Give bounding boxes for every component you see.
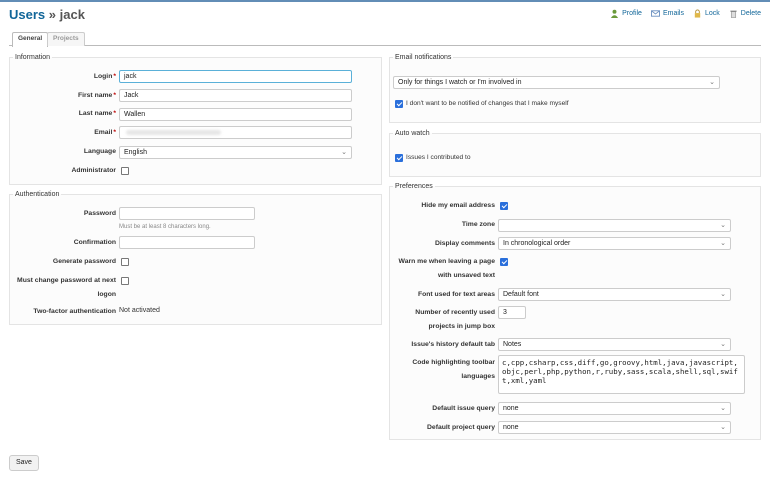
lock-label: Lock [704,10,720,17]
top-accent-line [0,0,770,2]
chevron-down-icon: ⌄ [720,424,726,431]
firstname-label: First name* [77,92,116,99]
administrator-label: Administrator [71,167,116,174]
tab-projects[interactable]: Projects [47,32,85,46]
administrator-checkbox[interactable] [121,167,129,175]
default-project-query-select[interactable]: none ⌄ [498,421,731,434]
contextual-actions: Profile Emails Lock Delete [610,9,761,18]
default-project-query-label: Default project query [427,424,495,431]
save-button[interactable]: Save [9,455,39,471]
recent-projects-label-line2: projects in jump box [428,323,495,330]
default-issue-query-label: Default issue query [432,405,495,412]
user-name: jack [59,7,85,22]
auto-watch-legend: Auto watch [395,130,430,137]
must-change-checkbox[interactable] [121,277,129,285]
tab-bar: General Projects [9,32,761,47]
email-label: Email* [94,129,116,136]
emails-label: Emails [662,10,684,17]
warn-leaving-checkbox[interactable] [500,258,508,266]
email-redacted [126,130,221,135]
firstname-input[interactable]: Jack [119,89,352,102]
confirmation-input[interactable] [119,236,255,249]
generate-password-checkbox[interactable] [121,258,129,266]
language-label: Language [83,148,116,155]
time-zone-select[interactable]: ⌄ [498,219,731,232]
password-hint: Must be at least 8 characters long. [119,224,211,230]
mail-notification-select[interactable]: Only for things I watch or I'm involved … [393,76,720,89]
display-comments-select[interactable]: In chronological order ⌄ [498,237,731,250]
login-label: Login* [93,73,116,80]
generate-password-label: Generate password [52,258,116,265]
lock-link[interactable]: Lock [693,9,720,18]
lastname-label: Last name* [78,110,116,117]
chevron-down-icon: ⌄ [720,405,726,412]
must-change-label-line2: logon [97,291,117,298]
history-tab-label: Issue's history default tab [411,341,495,348]
profile-label: Profile [622,10,642,17]
time-zone-label: Time zone [461,221,495,228]
chevron-down-icon: ⌄ [709,79,715,86]
email-notifications-legend: Email notifications [395,54,452,61]
chevron-down-icon: ⌄ [720,341,726,348]
language-select[interactable]: English ⌄ [119,146,352,159]
auto-watch-issues-label: Issues I contributed to [406,154,471,161]
must-change-label-line1: Must change password at next [17,277,116,284]
lastname-input[interactable]: Wallen [119,108,352,121]
font-select[interactable]: Default font ⌄ [498,288,731,301]
history-tab-select[interactable]: Notes ⌄ [498,338,731,351]
code-toolbar-label-line2: languages [461,373,495,380]
profile-link[interactable]: Profile [610,9,642,18]
twofa-label: Two-factor authentication [33,308,116,315]
font-label: Font used for text areas [417,291,495,298]
password-label: Password [83,210,116,217]
information-legend: Information [15,54,51,61]
warn-leaving-label-line2: with unsaved text [437,272,495,279]
breadcrumb-separator: » [48,7,56,22]
twofa-status: Not activated [119,307,160,314]
emails-link[interactable]: Emails [650,9,684,18]
recent-projects-input[interactable]: 3 [498,306,526,319]
auto-watch-issues-checkbox[interactable] [395,154,403,162]
breadcrumb-users[interactable]: Users [9,7,45,22]
password-input[interactable] [119,207,255,220]
lock-icon [694,9,701,18]
hide-email-label: Hide my email address [421,202,495,209]
warn-leaving-label-line1: Warn me when leaving a page [398,258,495,265]
chevron-down-icon: ⌄ [720,291,726,298]
display-comments-label: Display comments [434,240,495,247]
recent-projects-label-line1: Number of recently used [415,309,495,316]
no-self-notified-checkbox[interactable] [395,100,403,108]
chevron-down-icon: ⌄ [341,149,347,156]
delete-link[interactable]: Delete [729,9,761,18]
chevron-down-icon: ⌄ [720,222,726,229]
tab-general[interactable]: General [12,32,49,47]
no-self-notified-label: I don't want to be notified of changes t… [406,100,569,107]
preferences-legend: Preferences [395,183,433,190]
page-title: Users » jack [9,7,85,22]
default-issue-query-select[interactable]: none ⌄ [498,402,731,415]
chevron-down-icon: ⌄ [720,240,726,247]
delete-label: Delete [740,10,761,17]
hide-email-checkbox[interactable] [500,202,508,210]
code-toolbar-textarea[interactable] [498,355,745,394]
code-toolbar-label-line1: Code highlighting toolbar [412,359,495,366]
trash-icon [730,10,737,18]
authentication-legend: Authentication [15,191,60,198]
login-input[interactable]: jack [119,70,352,83]
email-icon [650,10,660,17]
confirmation-label: Confirmation [73,239,116,246]
user-icon [611,9,619,18]
